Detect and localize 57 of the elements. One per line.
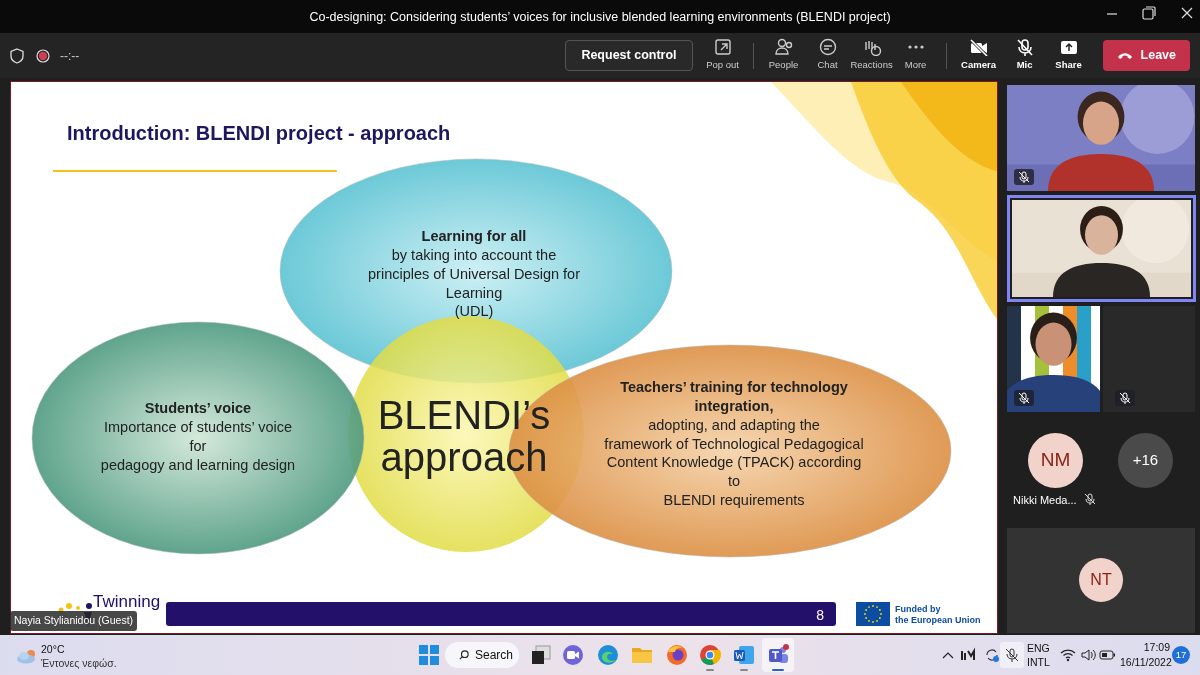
page-number: 8 bbox=[166, 602, 836, 626]
battery-icon[interactable] bbox=[1099, 647, 1116, 663]
toolbar-button[interactable]: People bbox=[761, 38, 806, 73]
weather-temperature: 20°C bbox=[41, 642, 65, 657]
search-field[interactable]: Search bbox=[445, 642, 519, 668]
leave-button[interactable]: Leave bbox=[1102, 40, 1190, 71]
share-icon bbox=[1058, 38, 1079, 57]
start-icon bbox=[417, 643, 441, 667]
presenter-name: Nayia Stylianidou (Guest) bbox=[10, 611, 138, 631]
volume-icon[interactable] bbox=[1080, 647, 1096, 663]
toolbar-button[interactable]: Pop out bbox=[700, 38, 745, 73]
more-participants-button[interactable]: +16 bbox=[1118, 433, 1173, 488]
avatar: NT bbox=[1079, 558, 1123, 602]
toolbar-button[interactable]: Camera bbox=[954, 38, 1003, 73]
language-indicator[interactable]: ENG INTL bbox=[1027, 641, 1050, 670]
recording-icon bbox=[36, 48, 50, 63]
toolbar-button[interactable]: Reactions bbox=[849, 38, 894, 73]
weather-condition: Έντονες νεφώσ. bbox=[41, 656, 117, 671]
approach-heading: BLENDI’s approach bbox=[377, 394, 551, 478]
more-icon bbox=[907, 45, 924, 50]
slide-title: Introduction: BLENDI project - approach bbox=[67, 121, 451, 146]
avatar: NM bbox=[1028, 433, 1083, 488]
toolbar-button[interactable]: More bbox=[893, 38, 938, 73]
funding-text: Funded by the European Union bbox=[895, 604, 981, 626]
mic-off-icon bbox=[1014, 38, 1035, 57]
toolbar-button[interactable]: Share bbox=[1046, 38, 1091, 73]
sync-icon[interactable] bbox=[984, 647, 1000, 663]
task-view-icon bbox=[529, 643, 553, 667]
video-chat-icon bbox=[561, 643, 585, 667]
participant-name: Nikki Meda... bbox=[1013, 493, 1077, 508]
people-icon bbox=[773, 38, 794, 57]
tray-app-icon[interactable] bbox=[960, 647, 976, 663]
notification-badge[interactable]: 17 bbox=[1172, 646, 1190, 664]
chat-icon bbox=[817, 38, 838, 57]
chrome-icon bbox=[698, 643, 722, 667]
eu-flag-icon bbox=[856, 602, 890, 626]
circle-text: Teachers’ training for technology integration, adopting, and adapting the framework of Technological Pedagogical Content Knowledge (TPACK) according to BLENDI requirements bbox=[604, 378, 864, 510]
edge-icon bbox=[596, 643, 620, 667]
logo-text: Twinning bbox=[93, 591, 161, 613]
word-icon bbox=[732, 643, 756, 667]
circle-text: Students’ voice Importance of students’ voice for pedagogy and learning design bbox=[100, 399, 296, 475]
toolbar-button[interactable]: Chat bbox=[805, 38, 850, 73]
clock[interactable]: 17:09 16/11/2022 bbox=[1120, 640, 1170, 670]
toolbar-button[interactable]: Mic bbox=[1002, 38, 1047, 73]
phone-icon bbox=[1116, 50, 1133, 61]
camera-off-icon bbox=[968, 38, 989, 57]
request-control-button[interactable]: Request control bbox=[565, 40, 693, 71]
meeting-timer: --:-- bbox=[60, 47, 80, 65]
search-icon bbox=[459, 649, 469, 661]
weather-icon bbox=[16, 648, 38, 664]
pop-out-icon bbox=[712, 38, 733, 57]
firefox-icon bbox=[665, 643, 689, 667]
mic-off-icon[interactable] bbox=[1004, 647, 1020, 663]
wifi-icon[interactable] bbox=[1060, 647, 1076, 663]
window-title: Co-designing: Considering students’ voices for inclusive blended learning environments (BLENDI project) bbox=[309, 9, 891, 26]
circle-text: Learning for all by taking into account the principles of Universal Design for Learning (UDL) bbox=[368, 227, 580, 322]
shield-icon bbox=[10, 47, 24, 64]
